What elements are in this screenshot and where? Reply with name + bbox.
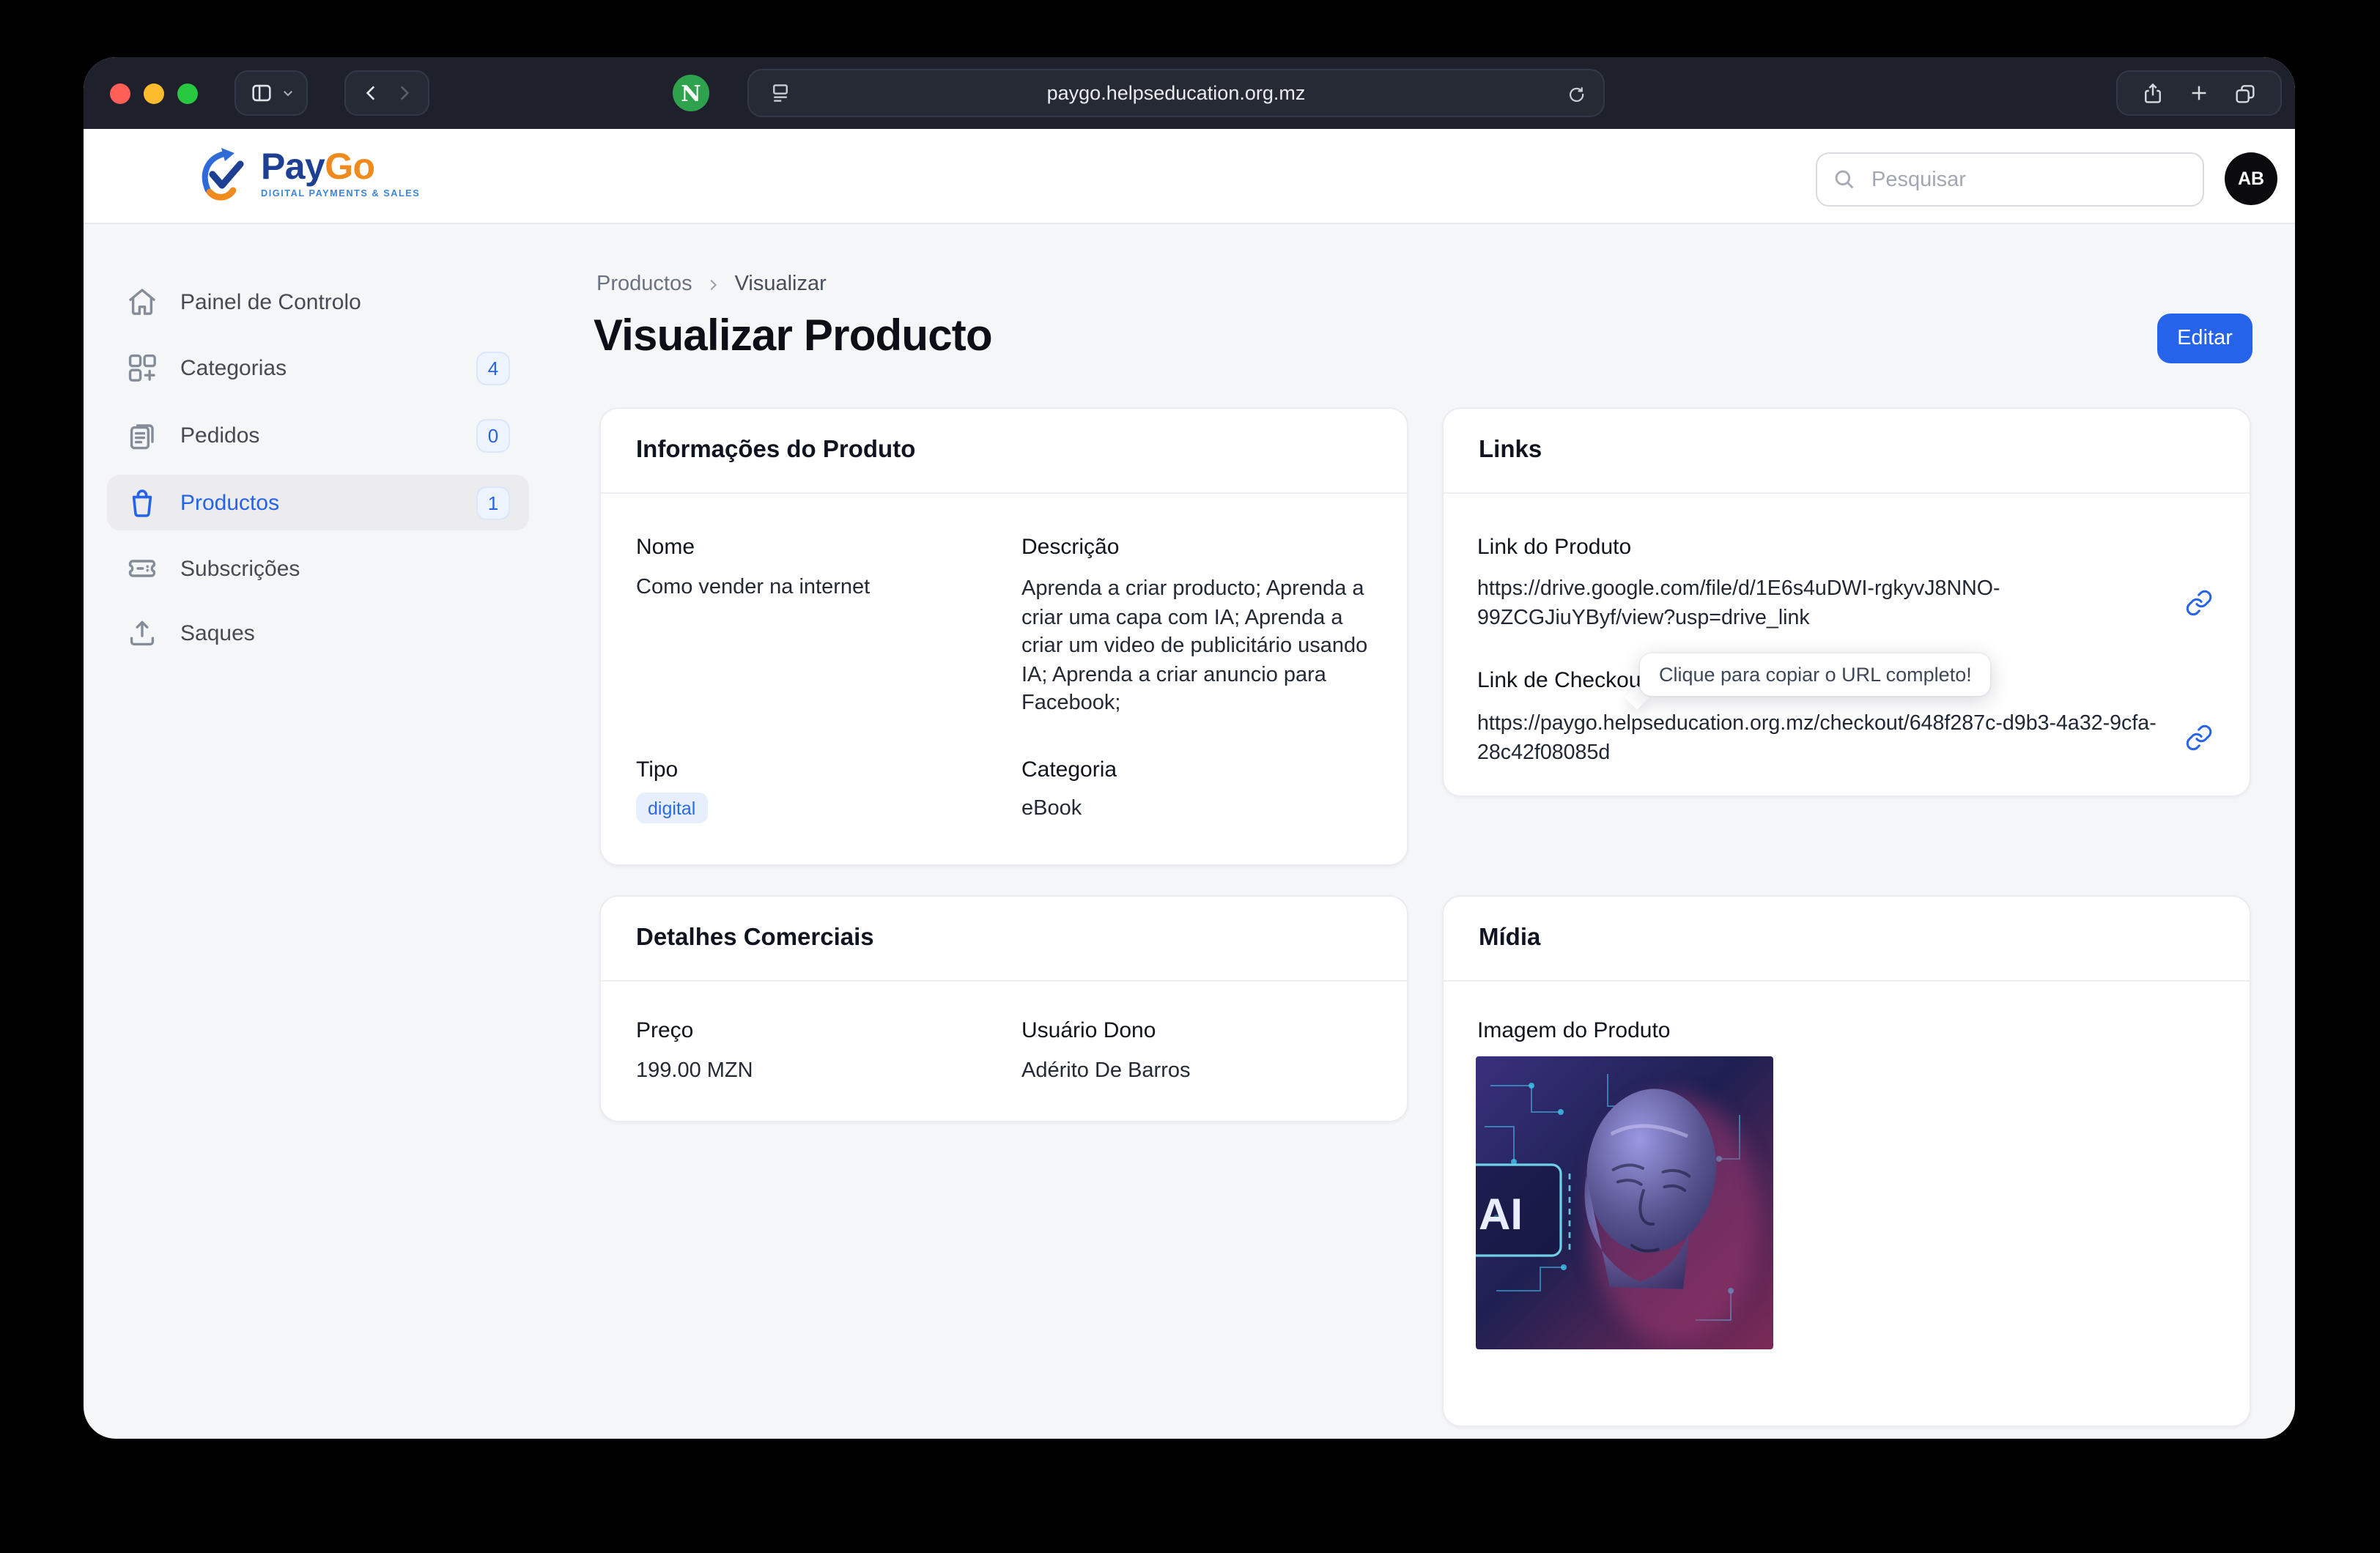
sidebar-icon	[248, 81, 273, 105]
logo-text-pay: Pay	[261, 147, 325, 188]
card-title-comercial: Detalhes Comerciais	[636, 924, 874, 952]
forward-button[interactable]	[393, 84, 413, 103]
chevron-right-icon	[706, 276, 722, 292]
subscriptions-icon	[125, 551, 160, 586]
url-text: paygo.helpseducation.org.mz	[1047, 82, 1306, 104]
reader-icon[interactable]	[769, 82, 791, 104]
minimize-window-button[interactable]	[143, 83, 163, 103]
back-button[interactable]	[361, 84, 380, 103]
search-input[interactable]	[1869, 166, 2168, 193]
page-title: Visualizar Producto	[594, 312, 992, 362]
sidebar-item-saques[interactable]: Saques	[107, 605, 529, 661]
sidebar-badge-categorias: 4	[476, 351, 510, 385]
window-actions	[2116, 70, 2282, 116]
product-image: AI	[1476, 1056, 1773, 1349]
link-produto-url[interactable]: https://drive.google.com/file/d/1E6s4uDW…	[1477, 574, 2166, 633]
sidebar-item-label: Categorias	[180, 355, 287, 380]
browser-titlebar: N paygo.helpseducation.org.mz	[84, 57, 2295, 129]
copy-url-tooltip: Clique para copiar o URL completo!	[1640, 653, 1991, 696]
breadcrumb-productos[interactable]: Productos	[596, 273, 692, 296]
tipo-label: Tipo	[636, 757, 678, 782]
sidebar-item-subscricoes[interactable]: Subscrições	[107, 541, 529, 596]
card-media: Mídia Imagem do Produto	[1442, 895, 2251, 1427]
search-icon	[1832, 167, 1857, 192]
paygo-logo: PayGo DIGITAL PAYMENTS & SALES	[195, 145, 420, 204]
paygo-logo-mark	[195, 145, 249, 204]
categories-icon	[125, 350, 160, 385]
nome-value: Como vender na internet	[636, 576, 870, 599]
new-tab-icon[interactable]	[2188, 82, 2210, 104]
logo-tagline: DIGITAL PAYMENTS & SALES	[261, 189, 420, 199]
sidebar-item-label: Pedidos	[180, 423, 259, 448]
chevron-down-icon	[281, 86, 294, 100]
browser-window: N paygo.helpseducation.org.mz	[84, 57, 2295, 1439]
preco-value: 199.00 MZN	[636, 1059, 753, 1083]
sidebar-item-categorias[interactable]: Categorias 4	[107, 340, 529, 396]
descricao-value: Aprenda a criar producto; Aprenda a cria…	[1021, 576, 1376, 719]
link-checkout-url[interactable]: https://paygo.helpseducation.org.mz/chec…	[1477, 709, 2166, 768]
sidebar-item-productos[interactable]: Productos 1	[107, 475, 529, 530]
sidebar-item-label: Saques	[180, 620, 255, 645]
logo-text-go: Go	[325, 147, 374, 188]
link-checkout-label: Link de Checkout	[1477, 668, 1647, 693]
tabs-overview-icon[interactable]	[2233, 81, 2257, 105]
sidebar-toggle-button[interactable]	[234, 70, 308, 116]
close-window-button[interactable]	[109, 83, 130, 103]
categoria-value: eBook	[1021, 797, 1082, 820]
card-product-info: Informações do Produto Nome Como vender …	[599, 407, 1408, 866]
card-title-midia: Mídia	[1479, 924, 1540, 952]
dono-value: Adérito De Barros	[1021, 1059, 1191, 1083]
imagem-label: Imagem do Produto	[1477, 1018, 1671, 1043]
card-title-info: Informações do Produto	[636, 437, 915, 464]
home-icon	[125, 284, 160, 319]
sidebar-badge-pedidos: 0	[476, 418, 510, 452]
sidebar-item-label: Subscrições	[180, 556, 300, 581]
tipo-badge: digital	[636, 793, 707, 823]
screen: N paygo.helpseducation.org.mz	[0, 0, 2380, 1553]
sidebar-item-label: Productos	[180, 490, 279, 515]
nav-buttons	[344, 70, 429, 116]
card-links: Links Link do Produto https://drive.goog…	[1442, 407, 2251, 797]
categoria-label: Categoria	[1021, 757, 1117, 782]
sidebar-item-pedidos[interactable]: Pedidos 0	[107, 407, 529, 463]
reload-icon[interactable]	[1565, 83, 1586, 103]
copy-checkout-link-icon[interactable]	[2179, 718, 2217, 756]
breadcrumb: Productos Visualizar	[596, 273, 827, 296]
preco-label: Preço	[636, 1018, 693, 1043]
share-icon[interactable]	[2141, 81, 2165, 105]
search-box	[1816, 152, 2204, 207]
app-header: PayGo DIGITAL PAYMENTS & SALES AB	[84, 129, 2295, 224]
link-produto-label: Link do Produto	[1477, 535, 1631, 560]
orders-icon	[125, 418, 160, 453]
copy-produto-link-icon[interactable]	[2179, 583, 2217, 621]
extension-icon[interactable]: N	[673, 75, 709, 111]
breadcrumb-visualizar: Visualizar	[735, 273, 827, 296]
products-icon	[125, 485, 160, 520]
product-image-ai-text: AI	[1479, 1190, 1523, 1239]
address-bar[interactable]: paygo.helpseducation.org.mz	[747, 69, 1605, 117]
sidebar-item-painel-de-controlo[interactable]: Painel de Controlo	[107, 274, 529, 330]
card-title-links: Links	[1479, 437, 1542, 464]
sidebar-item-label: Painel de Controlo	[180, 289, 361, 314]
sidebar-badge-productos: 1	[476, 486, 510, 519]
zoom-window-button[interactable]	[177, 83, 197, 103]
nome-label: Nome	[636, 535, 695, 560]
card-commercial-details: Detalhes Comerciais Preço 199.00 MZN Usu…	[599, 895, 1408, 1122]
avatar[interactable]: AB	[2225, 152, 2277, 205]
dono-label: Usuário Dono	[1021, 1018, 1156, 1043]
descricao-label: Descrição	[1021, 535, 1119, 560]
edit-button[interactable]: Editar	[2157, 314, 2252, 363]
withdrawals-icon	[125, 615, 160, 651]
